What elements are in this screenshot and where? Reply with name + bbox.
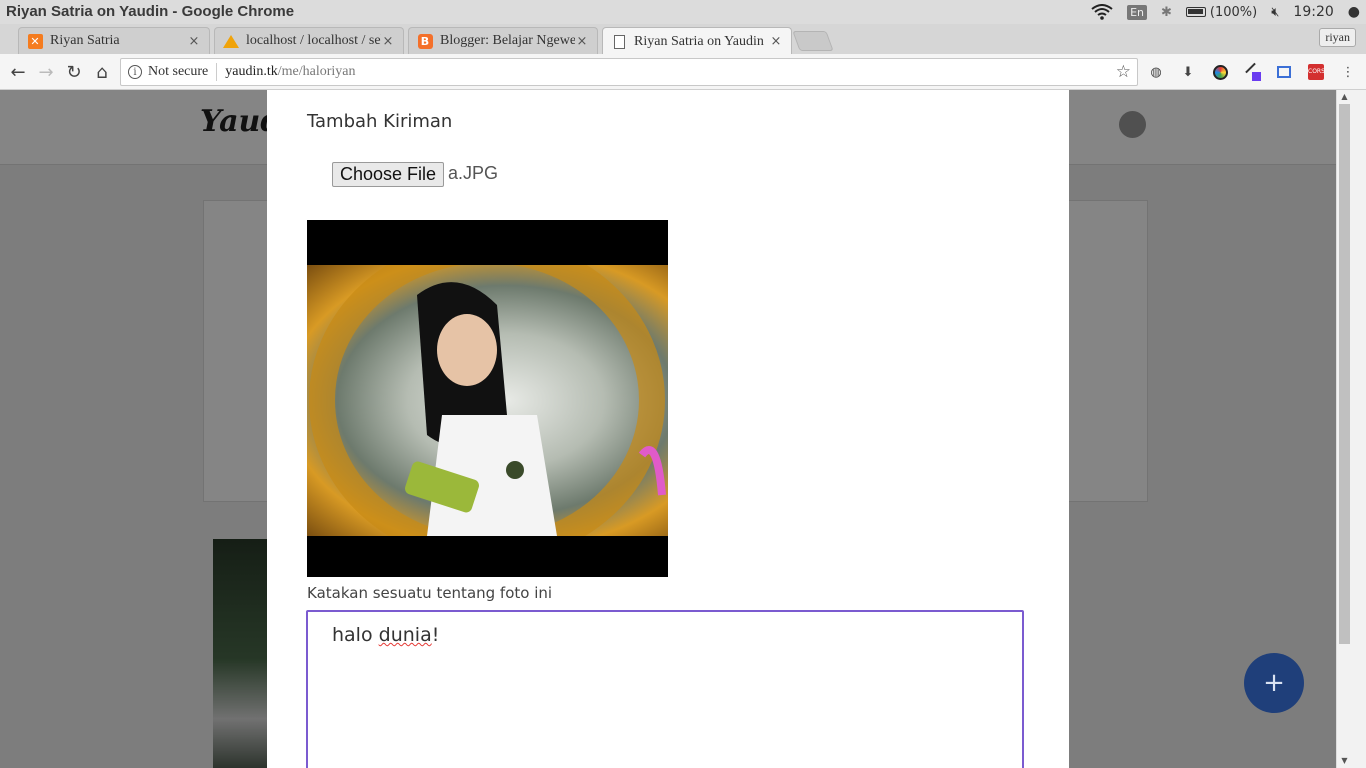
os-top-bar: Riyan Satria on Yaudin - Google Chrome E…: [0, 0, 1366, 24]
caption-label: Katakan sesuatu tentang foto ini: [307, 584, 553, 602]
add-post-modal: Tambah Kiriman Choose File a.JPG Katakan…: [267, 90, 1069, 768]
scrollbar-thumb[interactable]: [1339, 104, 1350, 644]
tab-strip: ✕ Riyan Satria × localhost / localhost /…: [0, 24, 1366, 55]
blogger-favicon-icon: B: [417, 33, 433, 49]
xampp-favicon-icon: ✕: [27, 33, 43, 49]
keyboard-language-indicator[interactable]: En: [1127, 4, 1147, 20]
apple-menu-icon[interactable]: ●: [1348, 4, 1360, 20]
tab-close-icon[interactable]: ×: [381, 34, 395, 49]
caption-text-end: !: [431, 624, 440, 646]
url-host: yaudin.tk: [225, 64, 278, 79]
tab-close-icon[interactable]: ×: [769, 34, 783, 49]
bookmark-star-icon[interactable]: ☆: [1116, 62, 1131, 82]
home-icon[interactable]: ⌂: [90, 60, 114, 84]
download-icon[interactable]: ⬇: [1178, 62, 1198, 82]
chrome-menu-icon[interactable]: ⋮: [1338, 62, 1358, 82]
caption-text: halo: [332, 624, 379, 646]
add-post-button[interactable]: +: [1244, 653, 1304, 713]
bluetooth-icon[interactable]: ✱: [1161, 5, 1172, 20]
caption-textarea[interactable]: halo dunia!: [306, 610, 1024, 768]
new-tab-button[interactable]: [792, 31, 834, 51]
tab-label: Blogger: Belajar Ngeweb: [440, 33, 575, 48]
tab-label: Riyan Satria: [50, 33, 120, 48]
extension-cors-icon[interactable]: CORS: [1306, 62, 1326, 82]
extension-eyedropper-icon[interactable]: [1242, 62, 1262, 82]
extension-color-wheel-icon[interactable]: [1210, 62, 1230, 82]
extension-globe-icon[interactable]: ◍: [1146, 62, 1166, 82]
selected-file-name: a.JPG: [448, 163, 499, 183]
browser-toolbar: ← → ↻ ⌂ i Not secure yaudin.tk/me/halori…: [0, 54, 1366, 90]
forward-arrow-icon[interactable]: →: [34, 60, 58, 84]
tab-riyan-satria[interactable]: ✕ Riyan Satria ×: [18, 27, 210, 54]
tab-blogger[interactable]: B Blogger: Belajar Ngeweb ×: [408, 27, 598, 54]
security-status[interactable]: Not secure: [148, 64, 208, 80]
url-path: /me/haloriyan: [277, 64, 356, 79]
page-scrollbar[interactable]: ▲ ▼: [1336, 90, 1366, 768]
photo-preview: [307, 220, 668, 577]
window-title: Riyan Satria on Yaudin - Google Chrome: [6, 3, 295, 20]
omnibox-divider: [216, 63, 218, 81]
tab-close-icon[interactable]: ×: [187, 34, 201, 49]
extension-window-icon[interactable]: [1274, 62, 1294, 82]
tab-label: Riyan Satria on Yaudin: [634, 33, 764, 49]
battery-indicator[interactable]: (100%): [1185, 4, 1258, 20]
system-tray: En ✱ (100%) 🔇︎ 19:20 ●: [1091, 0, 1360, 24]
choose-file-button[interactable]: Choose File: [332, 162, 445, 187]
reload-icon[interactable]: ↻: [62, 60, 86, 84]
volume-muted-icon[interactable]: 🔇︎: [1271, 5, 1279, 20]
tab-label: localhost / localhost / sek: [246, 33, 381, 48]
tab-phpmyadmin[interactable]: localhost / localhost / sek ×: [214, 27, 404, 54]
address-bar[interactable]: i Not secure yaudin.tk/me/haloriyan ☆: [120, 58, 1138, 86]
scroll-up-arrow-icon[interactable]: ▲: [1339, 92, 1350, 102]
scroll-down-arrow-icon[interactable]: ▼: [1339, 756, 1350, 766]
misspelled-word: dunia: [378, 624, 432, 646]
info-icon[interactable]: i: [128, 65, 142, 79]
photo-preview-image: [307, 265, 668, 536]
profile-chip[interactable]: riyan: [1319, 28, 1356, 47]
page-favicon-icon: [611, 34, 627, 50]
battery-icon: [1185, 7, 1206, 17]
clock[interactable]: 19:20: [1293, 4, 1333, 20]
wifi-icon[interactable]: [1091, 4, 1113, 20]
tab-close-icon[interactable]: ×: [575, 34, 589, 49]
back-arrow-icon[interactable]: ←: [6, 60, 30, 84]
modal-title: Tambah Kiriman: [307, 111, 453, 132]
tab-yaudin-active[interactable]: Riyan Satria on Yaudin ×: [602, 27, 792, 55]
phpmyadmin-favicon-icon: [223, 33, 239, 49]
battery-percent: (100%): [1209, 4, 1258, 20]
